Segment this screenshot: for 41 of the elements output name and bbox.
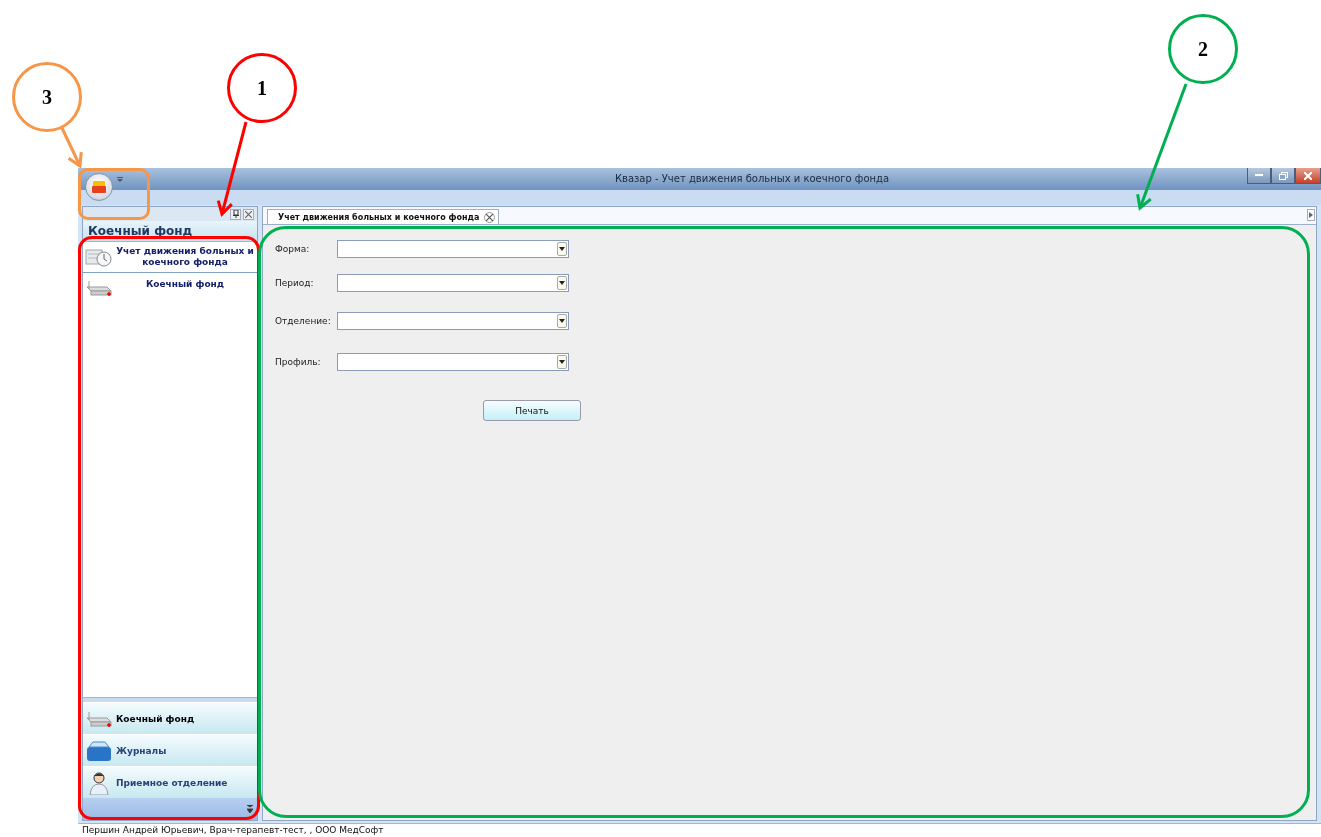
status-bar: Першин Андрей Юрьевич, Врач-терапевт-тест, , ООО МедСофт	[78, 823, 1321, 837]
clock-icon	[85, 246, 115, 268]
callout-number: 3	[12, 62, 82, 132]
highlight-frame	[78, 168, 150, 220]
pin-button[interactable]	[230, 208, 241, 220]
field-label: Отделение:	[275, 316, 332, 326]
callout-number: 2	[1168, 14, 1238, 84]
close-icon[interactable]	[484, 211, 495, 223]
nav-group-button[interactable]: Журналы	[83, 734, 257, 766]
restore-button[interactable]	[1271, 168, 1295, 184]
scroll-button[interactable]	[1307, 209, 1315, 221]
nav-item[interactable]: Коечный фонд	[83, 273, 257, 304]
close-icon	[1304, 171, 1312, 180]
app-logo-icon	[92, 180, 106, 193]
splitter-handle[interactable]	[83, 697, 257, 702]
nav-group-button[interactable]: Коечный фонд	[83, 702, 257, 734]
panel-title: Коечный фонд	[83, 221, 257, 242]
chevron-icon[interactable]	[247, 804, 253, 814]
dropdown-field[interactable]	[337, 312, 569, 330]
pin-icon	[232, 210, 239, 218]
restore-icon	[1278, 171, 1288, 180]
dropdown-field[interactable]	[337, 240, 569, 258]
close-button[interactable]	[1295, 168, 1321, 184]
window-title: Квазар - Учет движения больных и коечного фонда	[613, 172, 891, 186]
field-label: Профиль:	[275, 357, 322, 367]
dropdown-field[interactable]	[337, 353, 569, 371]
close-icon	[245, 210, 252, 218]
field-label: Период:	[275, 278, 315, 288]
app-menu-button[interactable]	[85, 172, 113, 201]
document-tab[interactable]: Учет движения больных и коечного фонда	[267, 209, 499, 224]
callout-number: 1	[227, 53, 297, 123]
close-button[interactable]	[243, 208, 254, 220]
field-label: Форма:	[275, 244, 311, 254]
dropdown-field[interactable]	[337, 274, 569, 292]
dropdown-icon[interactable]	[117, 176, 123, 183]
print-button[interactable]: Печать	[483, 400, 581, 421]
minimize-icon	[1255, 174, 1263, 177]
callout-arrow	[60, 127, 83, 169]
nav-group-button[interactable]: Приемное отделение	[83, 766, 257, 798]
caret-icon	[1309, 212, 1313, 218]
minimize-button[interactable]	[1247, 168, 1271, 184]
